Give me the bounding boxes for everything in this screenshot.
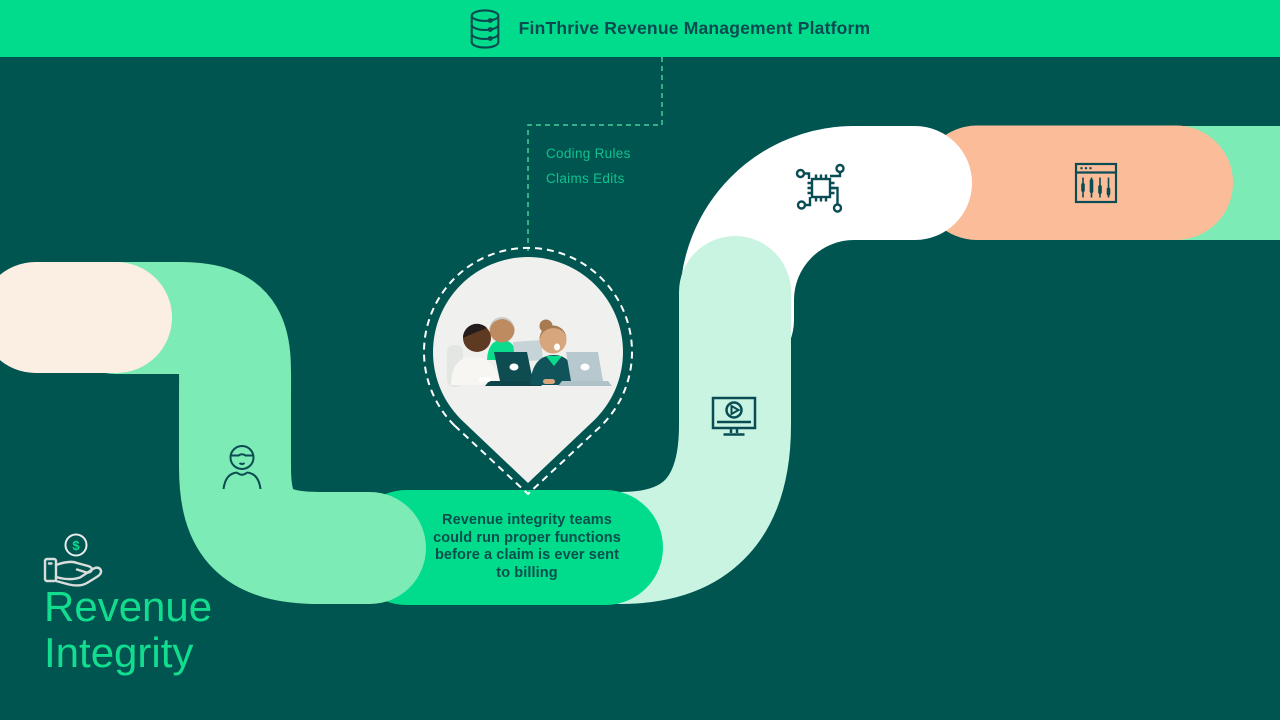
journey-note: Revenue integrity teams could run proper… (397, 512, 657, 582)
chip-icon (795, 163, 845, 213)
video-monitor-icon (711, 396, 757, 436)
database-icon (470, 8, 500, 49)
header-brand: FinThrive Revenue Management Platform (466, 8, 871, 50)
section-title: Revenue Integrity (44, 583, 213, 676)
journey-note-line: to billing (496, 564, 558, 581)
callout-item-claims-edits: Claims Edits (546, 171, 625, 186)
location-pin (423, 246, 633, 496)
header-bar: FinThrive Revenue Management Platform (0, 0, 1280, 57)
callout-item-coding-rules: Coding Rules (546, 146, 631, 161)
sliders-window-icon (1074, 162, 1118, 204)
callout-labels: Coding Rules Claims Edits (546, 141, 631, 191)
ribbon-segment-cream (0, 262, 172, 373)
journey-note-line: Revenue integrity teams (442, 512, 612, 528)
journey-note-line: could run proper functions (433, 529, 621, 546)
coin-dollar-glyph: $ (72, 538, 80, 553)
platform-title: FinThrive Revenue Management Platform (518, 18, 871, 38)
journey-note-line: before a claim is ever sent (434, 547, 620, 563)
revenue-integrity-infographic: $ FinThrive Revenue Management Platform … (0, 0, 1280, 720)
person-icon (222, 445, 262, 490)
hand-coin-icon: $ (43, 533, 103, 587)
